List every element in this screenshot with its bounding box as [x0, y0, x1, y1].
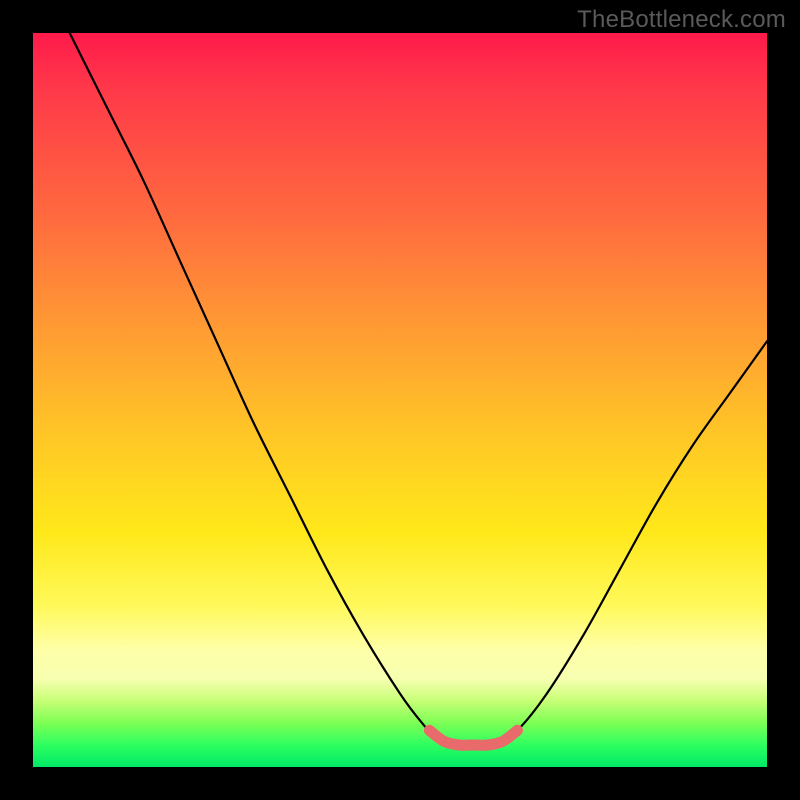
curve-left-branch: [70, 33, 459, 745]
watermark-text: TheBottleneck.com: [577, 6, 786, 34]
curve-layer: [33, 33, 767, 767]
highlight-optimal-range: [429, 730, 517, 745]
chart-frame: TheBottleneck.com: [0, 0, 800, 800]
curve-right-branch: [495, 341, 767, 745]
plot-area: [33, 33, 767, 767]
